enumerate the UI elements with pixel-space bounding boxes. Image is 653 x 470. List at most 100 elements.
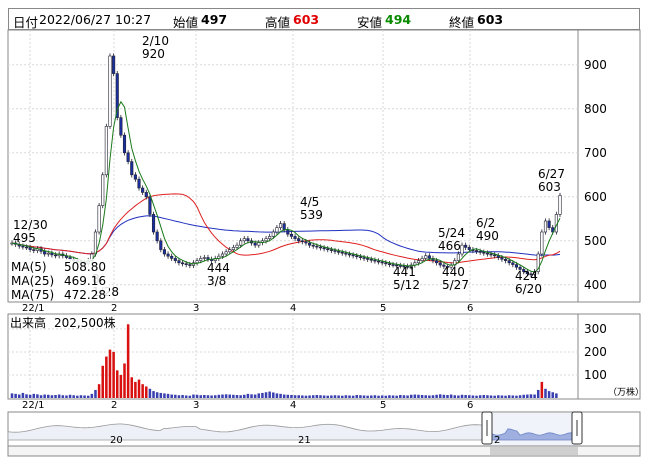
ma25-legend-value: 469.16 [64, 274, 106, 288]
candle-body [278, 223, 283, 228]
navigator-scrollbar-thumb[interactable] [490, 447, 578, 455]
volume-bar [21, 392, 25, 398]
candle-body [340, 251, 344, 254]
volume-bar [384, 395, 388, 398]
volume-bar [507, 395, 511, 398]
volume-bar [272, 392, 275, 398]
volume-y-axis: 300 200 100 [584, 322, 607, 382]
navigator-tick-20: 20 [110, 435, 123, 446]
candle-body [50, 252, 54, 256]
volume-unit: （万株） [608, 386, 644, 398]
candle-body [122, 134, 127, 154]
volume-bar [145, 386, 148, 398]
volume-bar [213, 395, 217, 398]
annotation-date: 6/2 [476, 216, 495, 230]
volume-bar [261, 392, 264, 398]
volume-bar [489, 395, 493, 398]
volume-bar [76, 395, 79, 398]
volume-bar [61, 395, 65, 398]
annotation-value: 6/20 [515, 282, 542, 296]
candle-body [380, 261, 384, 264]
volume-bar [268, 391, 271, 398]
volume-bar [28, 394, 32, 398]
navigator-tick-21: 21 [298, 435, 311, 446]
volume-bar [224, 394, 228, 398]
volume-bar [159, 392, 163, 398]
volume-bar [348, 395, 351, 398]
annotation-value: 466 [438, 239, 461, 253]
volume-bar [482, 395, 486, 398]
ma-legend: MA(5) 508.80 MA(25) 469.16 MA(75) 472.28 [9, 259, 109, 302]
price-x-tick: 22/1 [22, 303, 44, 314]
navigator-selected-range[interactable] [490, 413, 578, 446]
volume-bar [395, 395, 398, 398]
volume-bar [540, 381, 544, 398]
volume-bar [424, 395, 427, 398]
volume-bar [232, 394, 235, 398]
candle-body [228, 249, 232, 253]
annotation-value: 539 [300, 208, 323, 222]
candle-body [162, 249, 166, 255]
volume-bar [195, 394, 199, 398]
volume-bar [518, 395, 522, 398]
candle-body [184, 263, 188, 265]
ma5-legend-value: 508.80 [64, 260, 106, 274]
candle-body [275, 227, 279, 233]
volume-bar [442, 394, 446, 398]
volume-bar [210, 395, 213, 398]
annotation-value: 920 [142, 47, 165, 61]
candle-body [489, 253, 493, 256]
candle-body [482, 251, 486, 254]
volume-bar [137, 379, 141, 398]
candle-body [173, 258, 177, 261]
volume-bar [438, 394, 442, 398]
volume-bar [250, 394, 253, 398]
volume-bar [32, 393, 36, 398]
candle-body [511, 262, 515, 265]
volume-x-tick: 2 [111, 400, 117, 411]
candle-body [540, 231, 544, 255]
annotation-value: 5/12 [393, 278, 420, 292]
candle-body [286, 229, 290, 235]
volume-bar [359, 395, 362, 398]
candle-body [257, 242, 261, 246]
volume-bar [504, 395, 507, 398]
volume-bar [206, 395, 210, 398]
volume-bar [471, 395, 475, 398]
candle-body [199, 258, 203, 261]
volume-bar [279, 393, 282, 398]
volume-bar [366, 395, 369, 398]
candle-body [504, 258, 508, 261]
annotation-value: 495 [13, 231, 36, 245]
candle-body [384, 262, 388, 265]
volume-bar [511, 395, 515, 398]
annotation-date: 6/27 [538, 167, 565, 181]
volume-bar [217, 394, 221, 398]
volume-bar [497, 395, 500, 398]
candle-body [141, 187, 145, 193]
candle-body [322, 247, 326, 250]
volume-bar [431, 395, 435, 398]
annotation-value: 3/8 [207, 274, 226, 288]
volume-bar [409, 394, 413, 398]
candle-body [220, 253, 225, 257]
candle-body [366, 258, 370, 260]
volume-bar [79, 395, 83, 398]
volume-bar [119, 374, 123, 398]
candle-body [507, 260, 511, 264]
candle-body [206, 257, 210, 260]
price-y-tick: 600 [584, 190, 607, 204]
price-y-tick: 400 [584, 278, 607, 292]
volume-bar [322, 395, 326, 398]
candle-body [188, 264, 192, 266]
candle-body [373, 259, 377, 262]
volume-bar [330, 395, 333, 398]
volume-bar [134, 381, 137, 398]
candle-body [543, 220, 548, 233]
volume-bar [500, 395, 504, 398]
candle-body [21, 245, 25, 248]
candle-body [300, 240, 304, 243]
candle-body [133, 174, 137, 180]
volume-bar [453, 395, 457, 398]
candle-body [289, 233, 294, 237]
